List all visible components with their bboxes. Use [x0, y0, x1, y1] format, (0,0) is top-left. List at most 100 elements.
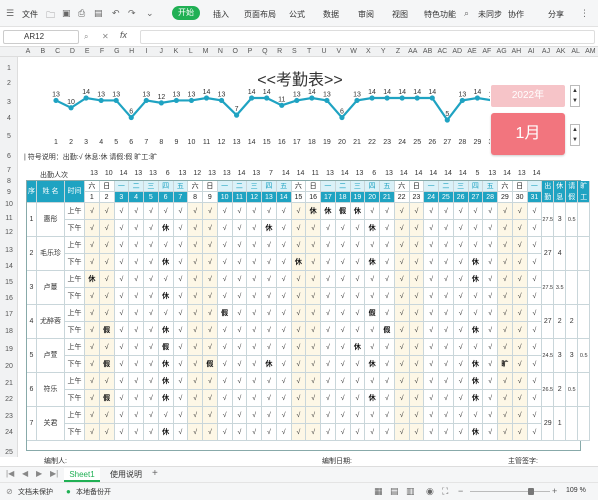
- attendance-cell[interactable]: √: [350, 356, 366, 373]
- attendance-cell[interactable]: √: [394, 407, 410, 424]
- summary-header[interactable]: 休息: [554, 181, 567, 203]
- attendance-cell[interactable]: √: [291, 407, 307, 424]
- cloud-sync-button[interactable]: 未同步: [478, 9, 502, 20]
- attendance-cell[interactable]: √: [114, 424, 130, 441]
- attendance-cell[interactable]: √: [512, 356, 528, 373]
- summary-cell[interactable]: 3.5: [554, 271, 567, 305]
- attendance-cell[interactable]: √: [291, 424, 307, 441]
- attendance-cell[interactable]: √: [409, 203, 425, 220]
- attendance-cell[interactable]: √: [188, 407, 203, 424]
- column-header[interactable]: C: [52, 47, 64, 57]
- search-icon[interactable]: ⌕: [464, 8, 469, 19]
- row-header[interactable]: 1: [0, 65, 18, 72]
- day-header[interactable]: 4: [129, 192, 144, 203]
- attendance-cell[interactable]: 休: [468, 424, 484, 441]
- attendance-cell[interactable]: √: [158, 237, 174, 254]
- attendance-cell[interactable]: √: [203, 390, 218, 407]
- attendance-cell[interactable]: √: [232, 390, 248, 407]
- column-header[interactable]: AM: [584, 47, 596, 57]
- attendance-cell[interactable]: √: [439, 373, 454, 390]
- attendance-cell[interactable]: √: [291, 390, 307, 407]
- attendance-cell[interactable]: √: [114, 356, 130, 373]
- attendance-cell[interactable]: √: [394, 220, 410, 237]
- am-label[interactable]: 上午: [65, 271, 85, 288]
- open-icon[interactable]: 🗀: [46, 8, 55, 24]
- attendance-cell[interactable]: √: [424, 203, 439, 220]
- attendance-cell[interactable]: √: [394, 305, 410, 322]
- attendance-cell[interactable]: √: [114, 407, 130, 424]
- attendance-cell[interactable]: √: [247, 339, 262, 356]
- sheet-tab-sheet1[interactable]: Sheet1: [64, 468, 100, 482]
- attendance-cell[interactable]: √: [306, 390, 321, 407]
- attendance-cell[interactable]: 休: [350, 203, 366, 220]
- attendance-cell[interactable]: 休: [365, 254, 380, 271]
- attendance-cell[interactable]: √: [498, 305, 513, 322]
- day-header[interactable]: 8: [188, 192, 203, 203]
- attendance-cell[interactable]: √: [453, 407, 469, 424]
- summary-cell[interactable]: 24.5: [542, 339, 555, 373]
- more-icon[interactable]: ⋮: [580, 8, 589, 19]
- page-view-icon[interactable]: ▤: [390, 486, 399, 497]
- attendance-cell[interactable]: √: [498, 288, 513, 305]
- attendance-cell[interactable]: √: [453, 288, 469, 305]
- attendance-cell[interactable]: √: [335, 373, 351, 390]
- zoom-out-icon[interactable]: −: [458, 486, 463, 496]
- attendance-cell[interactable]: √: [99, 305, 115, 322]
- attendance-cell[interactable]: √: [129, 254, 144, 271]
- summary-cell[interactable]: 3: [566, 339, 579, 373]
- attendance-cell[interactable]: √: [276, 424, 292, 441]
- share-button[interactable]: 分享: [548, 9, 564, 20]
- attendance-cell[interactable]: 休: [262, 356, 277, 373]
- print-icon[interactable]: ⎙: [78, 8, 85, 19]
- dropdown-icon[interactable]: ⌄: [146, 8, 154, 19]
- attendance-cell[interactable]: 休: [468, 356, 484, 373]
- attendance-cell[interactable]: 休: [365, 220, 380, 237]
- attendance-cell[interactable]: √: [306, 305, 321, 322]
- attendance-cell[interactable]: √: [85, 339, 100, 356]
- attendance-cell[interactable]: √: [335, 339, 351, 356]
- attendance-cell[interactable]: √: [512, 237, 528, 254]
- column-header[interactable]: H: [126, 47, 138, 57]
- attendance-cell[interactable]: √: [217, 407, 233, 424]
- attendance-cell[interactable]: 休: [365, 356, 380, 373]
- attendance-cell[interactable]: √: [409, 424, 425, 441]
- attendance-cell[interactable]: 休: [158, 322, 174, 339]
- attendance-cell[interactable]: √: [203, 339, 218, 356]
- day-header[interactable]: 22: [394, 192, 410, 203]
- attendance-cell[interactable]: √: [453, 254, 469, 271]
- attendance-cell[interactable]: √: [409, 237, 425, 254]
- weekday-header[interactable]: 六: [498, 181, 513, 192]
- attendance-cell[interactable]: √: [291, 322, 307, 339]
- attendance-cell[interactable]: √: [321, 390, 336, 407]
- attendance-cell[interactable]: √: [424, 322, 439, 339]
- day-header[interactable]: 26: [453, 192, 469, 203]
- attendance-cell[interactable]: √: [498, 203, 513, 220]
- column-header[interactable]: U: [318, 47, 330, 57]
- attendance-cell[interactable]: √: [498, 373, 513, 390]
- attendance-cell[interactable]: √: [380, 407, 395, 424]
- attendance-cell[interactable]: √: [85, 254, 100, 271]
- menu-review[interactable]: 审阅: [358, 9, 374, 20]
- attendance-cell[interactable]: √: [483, 424, 498, 441]
- attendance-cell[interactable]: √: [350, 271, 366, 288]
- summary-cell[interactable]: 27.5: [542, 271, 555, 305]
- attendance-cell[interactable]: √: [144, 305, 159, 322]
- column-header[interactable]: L: [185, 47, 197, 57]
- attendance-cell[interactable]: √: [203, 237, 218, 254]
- weekday-header[interactable]: 日: [409, 181, 425, 192]
- menu-icon[interactable]: ☰: [6, 8, 14, 19]
- column-header[interactable]: AA: [407, 47, 419, 57]
- year-spinner[interactable]: ▲ ▼: [570, 85, 580, 107]
- attendance-cell[interactable]: √: [276, 288, 292, 305]
- attendance-cell[interactable]: √: [527, 339, 543, 356]
- attendance-cell[interactable]: √: [527, 305, 543, 322]
- attendance-cell[interactable]: 休: [350, 339, 366, 356]
- file-menu[interactable]: 文件: [22, 9, 38, 20]
- column-header[interactable]: AL: [570, 47, 582, 57]
- summary-cell[interactable]: [566, 237, 579, 271]
- column-header[interactable]: AG: [496, 47, 508, 57]
- attendance-cell[interactable]: √: [114, 373, 130, 390]
- am-label[interactable]: 上午: [65, 407, 85, 424]
- attendance-cell[interactable]: √: [409, 390, 425, 407]
- attendance-cell[interactable]: √: [85, 203, 100, 220]
